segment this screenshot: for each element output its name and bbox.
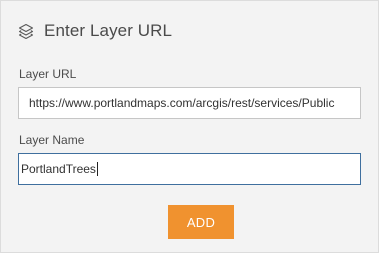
text-caret: [96, 162, 98, 176]
layer-url-input[interactable]: https://www.portlandmaps.com/arcgis/rest…: [18, 87, 361, 119]
add-button[interactable]: ADD: [168, 205, 234, 239]
enter-layer-url-panel: Enter Layer URL Layer URL https://www.po…: [0, 0, 379, 253]
layer-name-label: Layer Name: [19, 133, 85, 147]
layer-name-input[interactable]: PortlandTrees: [18, 153, 361, 185]
panel-header: Enter Layer URL: [17, 20, 172, 42]
layers-icon: [17, 22, 35, 40]
layer-url-value: https://www.portlandmaps.com/arcgis/rest…: [29, 96, 335, 110]
layer-url-label: Layer URL: [19, 67, 77, 81]
panel-title: Enter Layer URL: [44, 21, 173, 40]
layer-name-value: PortlandTrees: [21, 162, 96, 176]
